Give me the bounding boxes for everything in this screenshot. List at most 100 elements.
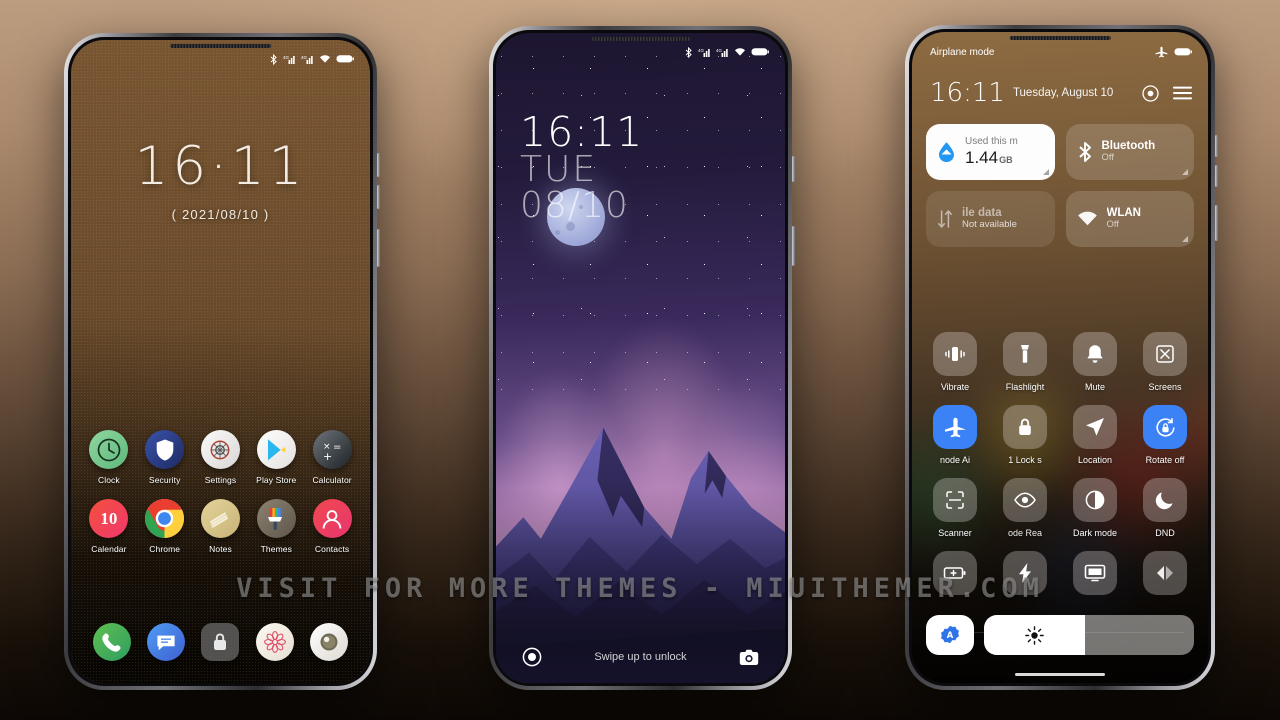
power-button[interactable] [377,229,380,267]
brightness-slider-fill [984,615,1085,655]
home-indicator[interactable] [1015,673,1105,676]
menu-icon[interactable] [1173,86,1192,100]
lock-clock-time: 16:11 [520,108,644,156]
voice-assistant-icon[interactable] [522,647,542,667]
toggle-label: ode Rea [1007,528,1043,538]
airplane-icon [1155,46,1168,58]
app-label: Settings [204,475,237,485]
toggle-label: Location [1077,455,1113,465]
app-label: Calendar [91,544,127,554]
big-tile-grid: Used this m 1.44GB Bluetooth Off ile dat… [926,124,1194,247]
airplane-mode-status: Airplane mode [930,46,995,58]
home-clock-date: ( 2021/08/10 ) [171,207,270,222]
tile-data-usage[interactable]: Used this m 1.44GB [926,124,1055,180]
app-contacts[interactable]: Contacts [305,499,359,554]
cc-date: Tuesday, August 10 [1012,87,1114,99]
phone-icon[interactable] [93,623,132,661]
toggle-label: Flashlight [1005,382,1045,392]
expand-corner-icon[interactable] [1182,169,1188,175]
tile-bluetooth[interactable]: Bluetooth Off [1065,124,1194,180]
toggle-label: Scanner [938,528,972,538]
data-unit: GB [999,154,1013,165]
volume-down-button[interactable] [1215,165,1218,187]
calendar-icon: 10 [89,499,129,538]
control-center-header: 16:11 Tuesday, August 10 [930,80,1192,106]
wifi-icon [1077,211,1097,226]
app-notes[interactable]: Notes [193,499,247,554]
toggle-label: DND [1155,528,1175,538]
toggle-row-2: node Ai 1 Lock s Location Rotate off [922,405,1198,465]
swipe-hint: Swipe up to unlock [594,651,687,663]
toggle-label: 1 Lock s [1008,455,1042,465]
toggle-lock-screen[interactable]: 1 Lock s [992,405,1058,465]
svg-text:4G: 4G [716,48,723,53]
camera-icon[interactable] [739,649,759,666]
app-calculator[interactable]: × = + Calculator [305,430,359,485]
earpiece-speaker [169,44,272,48]
themes-brush-icon [256,499,296,538]
toggle-reading-mode[interactable]: ode Rea [992,478,1058,538]
dock [71,623,370,661]
brightness-sun-icon [1025,625,1044,645]
app-themes[interactable]: Themes [249,499,303,554]
power-button[interactable] [1215,205,1218,241]
tile-sub: Off [1106,219,1120,231]
message-icon[interactable] [147,623,186,661]
app-security[interactable]: Security [138,430,192,485]
screenshot-icon [1143,332,1187,376]
toggle-scanner[interactable]: Scanner [922,478,988,538]
camera-lens-icon[interactable] [309,623,348,661]
svg-text:A: A [947,630,954,640]
power-button[interactable] [792,226,795,266]
toggle-label: Vibrate [940,382,970,392]
play-store-icon [256,430,296,469]
tile-wlan[interactable]: WLAN Off [1065,191,1194,247]
toggle-dark-mode[interactable]: Dark mode [1062,478,1128,538]
app-label: Security [148,475,181,485]
flashlight-icon [1003,332,1047,376]
lock-clock-date: 08/10 [520,184,629,226]
app-chrome[interactable]: Chrome [138,499,192,554]
volume-up-button[interactable] [377,153,380,177]
flower-gallery-icon[interactable] [255,623,294,661]
toggle-location[interactable]: Location [1062,405,1128,465]
brightness-slider[interactable] [984,615,1194,655]
earpiece-speaker [1009,36,1111,40]
cc-time: 16:11 [930,78,1005,108]
expand-corner-icon[interactable] [1042,169,1049,175]
app-clock[interactable]: Clock [82,430,136,485]
toggle-flashlight[interactable]: Flashlight [992,332,1058,392]
earpiece-speaker [591,37,690,41]
expand-corner-icon[interactable] [1182,236,1188,242]
dark-mode-icon [1073,478,1117,522]
auto-brightness-button[interactable]: A [926,615,974,655]
toggle-airplane-mode[interactable]: node Ai [922,405,988,465]
scanner-icon [933,478,977,522]
data-drop-icon [939,142,954,163]
toggle-rotate-off[interactable]: Rotate off [1132,405,1198,465]
gear-icon [200,430,240,469]
toggle-screenshot[interactable]: Screens [1132,332,1198,392]
app-calendar[interactable]: 10 Calendar [82,499,136,554]
toggle-mute[interactable]: Mute [1062,332,1128,392]
app-play-store[interactable]: Play Store [249,430,303,485]
reading-eye-icon [1003,478,1047,522]
lock-bottom-bar: Swipe up to unlock [496,647,785,667]
toggle-dnd[interactable]: DND [1132,478,1198,538]
notes-icon [200,499,240,538]
volume-down-button[interactable] [377,185,380,209]
vibrate-icon [933,332,977,376]
location-icon [1073,405,1117,449]
volume-button[interactable] [792,156,795,182]
toggle-vibrate[interactable]: Vibrate [922,332,988,392]
power-icon[interactable] [1142,84,1159,102]
lock-icon[interactable] [201,623,240,661]
svg-text:=: = [333,442,341,453]
signal-icon: 4G [698,48,710,57]
toggle-label: Mute [1084,382,1105,392]
volume-up-button[interactable] [1215,135,1218,157]
app-settings[interactable]: Settings [193,430,247,485]
bell-mute-icon [1073,332,1117,376]
calculator-icon: × = + [312,430,352,469]
tile-mobile-data[interactable]: ile data Not available [926,191,1055,247]
